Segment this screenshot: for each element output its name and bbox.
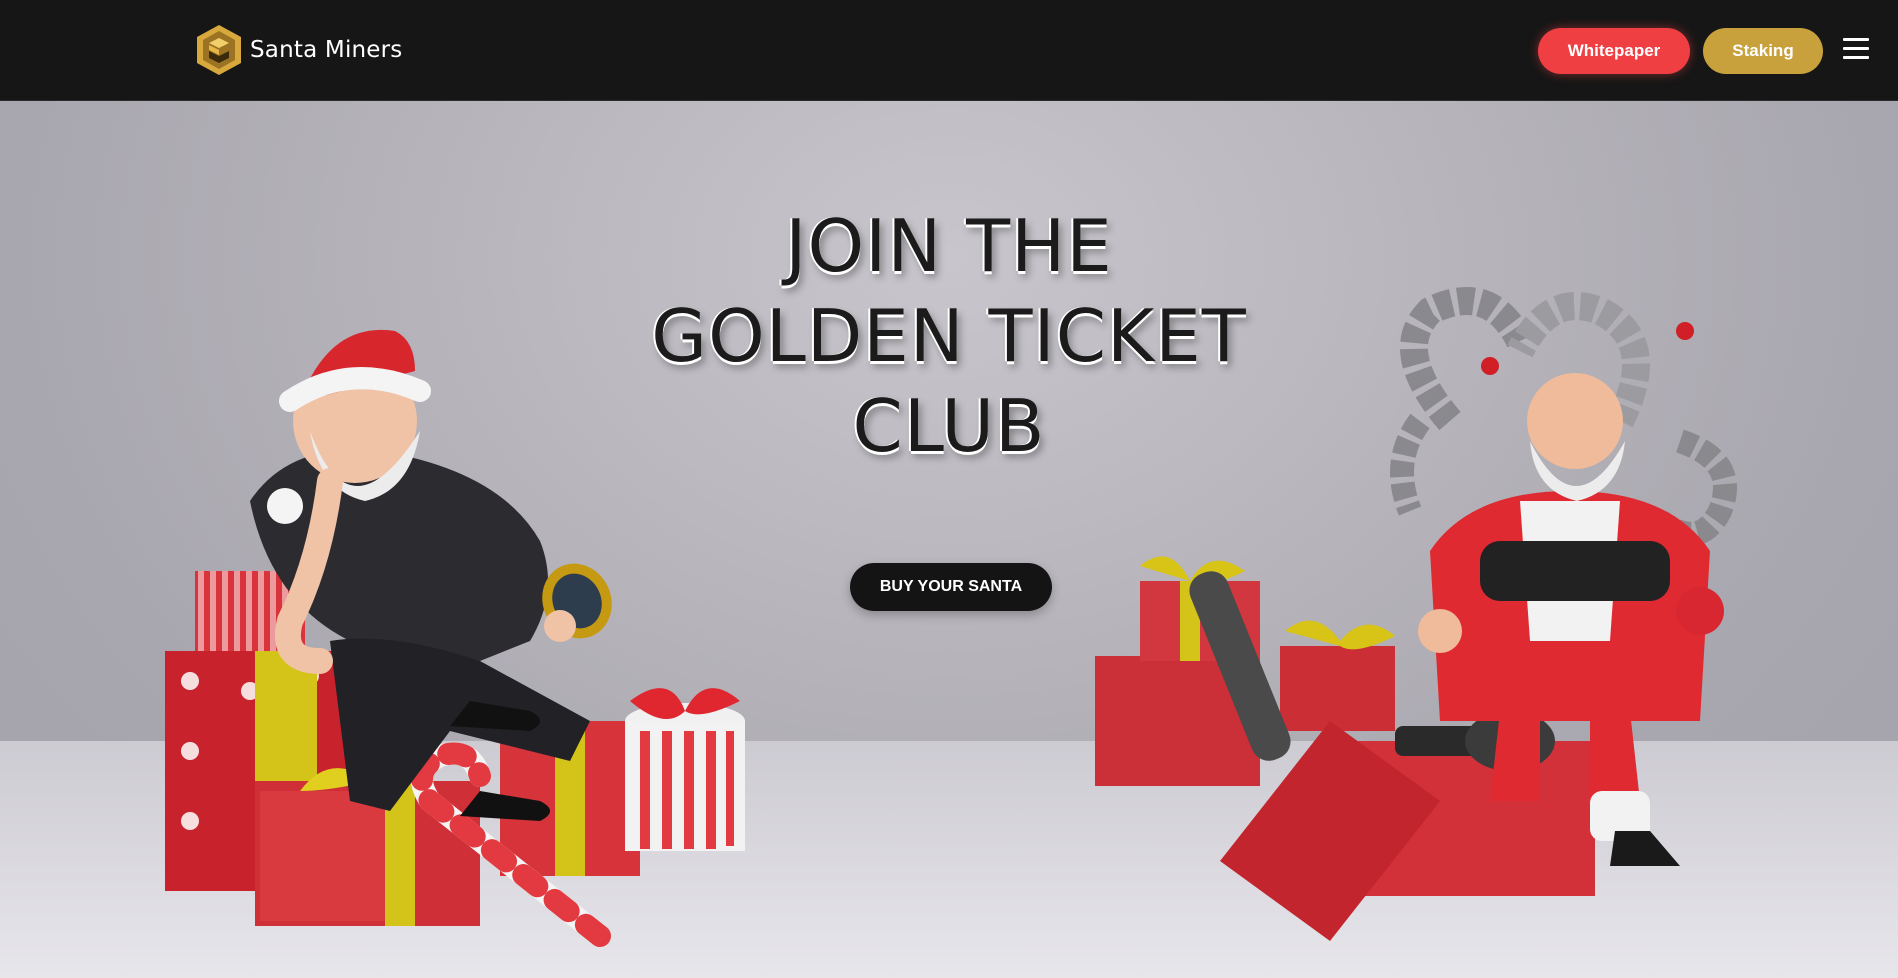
brand-name: Santa Miners: [250, 37, 403, 63]
hexagon-s-logo-icon: [197, 25, 241, 75]
menu-bar: [1843, 38, 1869, 41]
brand-link[interactable]: Santa Miners: [196, 24, 403, 76]
headline-line-2: GOLDEN TICKET: [651, 294, 1247, 378]
staking-button[interactable]: Staking: [1703, 28, 1823, 74]
whitepaper-button[interactable]: Whitepaper: [1538, 28, 1690, 74]
hamburger-menu-icon[interactable]: [1843, 38, 1869, 62]
hero-section: JOIN THE GOLDEN TICKET CLUB BUY YOUR SAN…: [0, 101, 1898, 978]
menu-bar: [1843, 56, 1869, 59]
headline-line-3: CLUB: [852, 384, 1046, 468]
buy-your-santa-button[interactable]: BUY YOUR SANTA: [850, 563, 1052, 611]
top-navbar: Santa Miners Whitepaper Staking: [0, 0, 1898, 101]
menu-bar: [1843, 47, 1869, 50]
hero-headline: JOIN THE GOLDEN TICKET CLUB: [0, 201, 1898, 471]
headline-line-1: JOIN THE: [785, 204, 1113, 288]
